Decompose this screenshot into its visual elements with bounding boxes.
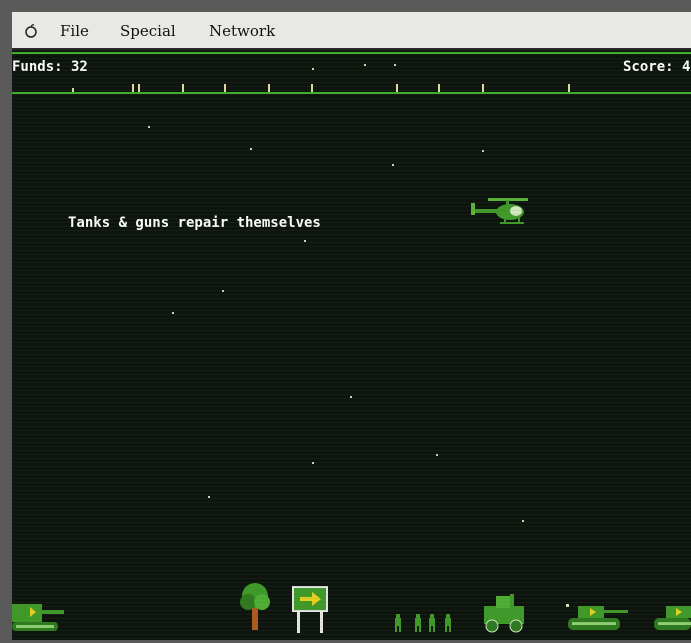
menu-bar: File Special Network: [12, 12, 691, 50]
star: [222, 290, 224, 292]
enemy-tank-icon[interactable]: [652, 602, 691, 634]
enemy-tank-icon[interactable]: [564, 602, 630, 634]
apple-icon[interactable]: [24, 24, 38, 38]
star: [172, 312, 174, 314]
star: [394, 64, 396, 66]
star: [392, 164, 394, 166]
hud-bottom-line: [12, 92, 691, 94]
radar-marker: [182, 84, 184, 92]
radar-marker: [438, 84, 440, 92]
status-message: Tanks & guns repair themselves: [68, 215, 321, 231]
radar-marker: [138, 84, 140, 92]
hud-top-line: [12, 52, 691, 54]
menu-file[interactable]: File: [60, 22, 89, 40]
radar-marker: [311, 84, 313, 92]
game-screen[interactable]: Funds: 32 Score: 4 Tanks & guns repair t…: [12, 50, 691, 640]
helicopter-icon[interactable]: [470, 196, 532, 230]
star: [312, 68, 314, 70]
radar-marker: [568, 84, 570, 92]
star: [312, 462, 314, 464]
menu-network[interactable]: Network: [209, 22, 275, 40]
star: [522, 520, 524, 522]
player-tank-icon[interactable]: [12, 598, 66, 634]
radar-marker: [72, 88, 74, 92]
star: [208, 496, 210, 498]
menu-special[interactable]: Special: [120, 22, 176, 40]
radar-marker: [132, 84, 134, 92]
radar-marker: [396, 84, 398, 92]
arrow-sign-icon[interactable]: [292, 586, 330, 634]
star: [482, 150, 484, 152]
jeep-icon[interactable]: [482, 590, 530, 634]
funds-readout: Funds: 32: [12, 59, 88, 75]
infantry-icon[interactable]: [394, 612, 456, 634]
star: [250, 148, 252, 150]
score-readout: Score: 4: [623, 59, 691, 75]
radar-marker: [224, 84, 226, 92]
star: [148, 126, 150, 128]
tree-icon: [240, 583, 270, 630]
star: [436, 454, 438, 456]
radar-marker: [482, 84, 484, 92]
radar-marker: [268, 84, 270, 92]
star: [350, 396, 352, 398]
star: [304, 240, 306, 242]
star: [364, 64, 366, 66]
